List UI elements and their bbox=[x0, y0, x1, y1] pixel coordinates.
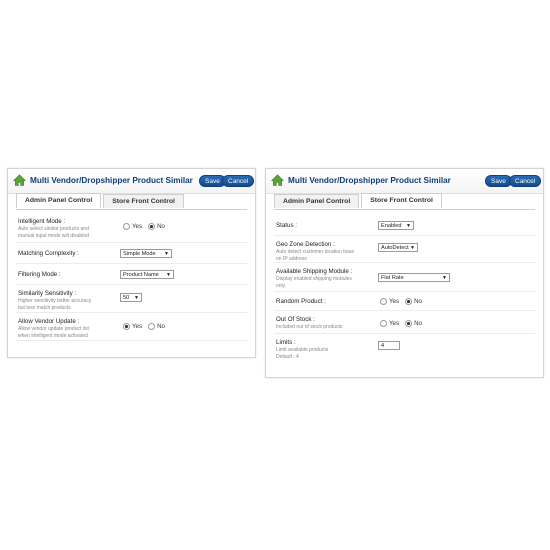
tab-divider bbox=[274, 209, 535, 210]
tab-admin-panel-control[interactable]: Admin Panel Control bbox=[274, 194, 360, 208]
shipping-module-select[interactable]: Flat Rate ▼ bbox=[378, 273, 450, 282]
help-text: but less match products bbox=[18, 305, 71, 311]
shipping-module-row: Available Shipping Module : Display enab… bbox=[274, 263, 535, 292]
home-icon bbox=[271, 174, 284, 186]
radio-no-label: No bbox=[414, 298, 423, 305]
tab-store-front-control[interactable]: Store Front Control bbox=[361, 193, 442, 208]
form-rows: Status : Enabled ▼ Geo Zone Detection : A… bbox=[274, 213, 535, 360]
out-of-stock-radios: Yes No bbox=[380, 320, 428, 327]
out-of-stock-label: Out Of Stock : Included out of stock pro… bbox=[276, 316, 343, 330]
filtering-mode-row: Filtering Mode : Product Name ▼ bbox=[16, 264, 247, 285]
panel-header: Multi Vendor/Dropshipper Product Similar… bbox=[8, 169, 255, 194]
matching-complexity-row: Matching Complexity : Simple Mode ▼ bbox=[16, 243, 247, 264]
help-text: Display enabled shipping modules bbox=[276, 276, 352, 282]
status-row: Status : Enabled ▼ bbox=[274, 213, 535, 236]
radio-no[interactable] bbox=[405, 298, 413, 305]
cancel-button[interactable]: Cancel bbox=[509, 175, 542, 187]
panel-header: Multi Vendor/Dropshipper Product Similar… bbox=[266, 169, 543, 194]
help-text: manual input mode will disabled bbox=[18, 233, 89, 239]
tab-store-front-control[interactable]: Store Front Control bbox=[103, 194, 184, 208]
matching-complexity-select[interactable]: Simple Mode ▼ bbox=[120, 249, 172, 258]
radio-no-label: No bbox=[414, 320, 423, 327]
radio-yes[interactable] bbox=[380, 298, 387, 305]
random-product-label: Random Product : bbox=[276, 298, 326, 305]
similarity-sensitivity-label: Similarity Sensitivity : Higher sensitiv… bbox=[18, 290, 92, 311]
limits-label: Limits : Limit available products Defaul… bbox=[276, 339, 329, 360]
radio-no[interactable] bbox=[148, 223, 156, 230]
matching-complexity-label: Matching Complexity : bbox=[18, 250, 79, 257]
help-text: Limit available products bbox=[276, 347, 329, 353]
radio-yes[interactable] bbox=[123, 323, 130, 330]
save-button[interactable]: Save bbox=[485, 175, 512, 187]
status-select[interactable]: Enabled ▼ bbox=[378, 221, 414, 230]
radio-yes[interactable] bbox=[123, 223, 130, 230]
radio-yes-label: Yes bbox=[389, 298, 400, 305]
filtering-mode-select[interactable]: Product Name ▼ bbox=[120, 270, 174, 279]
allow-vendor-update-label: Allow Vendor Update : Allow vendor updat… bbox=[18, 318, 89, 339]
status-label: Status : bbox=[276, 222, 297, 229]
help-text: when intelligent mode activated bbox=[18, 333, 88, 339]
tab-admin-panel-control[interactable]: Admin Panel Control bbox=[16, 193, 102, 208]
radio-no-label: No bbox=[157, 323, 166, 330]
intelligent-mode-row: Intelligent Mode : Auto select similar p… bbox=[16, 213, 247, 243]
radio-yes[interactable] bbox=[380, 320, 387, 327]
chevron-down-icon: ▼ bbox=[406, 223, 411, 229]
intelligent-mode-label: Intelligent Mode : Auto select similar p… bbox=[18, 218, 89, 239]
allow-vendor-update-row: Allow Vendor Update : Allow vendor updat… bbox=[16, 313, 247, 341]
tab-bar: Admin Panel Control Store Front Control bbox=[274, 193, 444, 208]
tab-bar: Admin Panel Control Store Front Control bbox=[16, 193, 186, 208]
help-text: Included out of stock products bbox=[276, 324, 343, 330]
help-text: on IP address bbox=[276, 256, 307, 262]
panel-title: Multi Vendor/Dropshipper Product Similar bbox=[30, 176, 193, 185]
filtering-mode-label: Filtering Mode : bbox=[18, 271, 61, 278]
allow-vendor-update-radios: Yes No bbox=[123, 323, 171, 330]
out-of-stock-row: Out Of Stock : Included out of stock pro… bbox=[274, 311, 535, 334]
geo-zone-label: Geo Zone Detection : Auto detect custome… bbox=[276, 241, 355, 262]
random-product-radios: Yes No bbox=[380, 298, 428, 305]
tab-divider bbox=[16, 209, 247, 210]
limits-input[interactable]: 4 bbox=[378, 341, 400, 350]
form-rows: Intelligent Mode : Auto select similar p… bbox=[16, 213, 247, 341]
radio-no-label: No bbox=[157, 223, 166, 230]
right-settings-panel: Multi Vendor/Dropshipper Product Similar… bbox=[265, 168, 544, 378]
geo-zone-select[interactable]: AutoDetect ▼ bbox=[378, 243, 418, 252]
help-text: Auto select similar products and bbox=[18, 226, 89, 232]
left-settings-panel: Multi Vendor/Dropshipper Product Similar… bbox=[7, 168, 256, 358]
chevron-down-icon: ▼ bbox=[442, 275, 447, 281]
radio-yes-label: Yes bbox=[389, 320, 400, 327]
radio-no[interactable] bbox=[405, 320, 413, 327]
radio-yes-label: Yes bbox=[132, 223, 143, 230]
chevron-down-icon: ▼ bbox=[166, 272, 171, 278]
similarity-sensitivity-select[interactable]: 50 ▼ bbox=[120, 293, 142, 302]
home-icon bbox=[13, 174, 26, 186]
chevron-down-icon: ▼ bbox=[410, 245, 415, 251]
panel-title: Multi Vendor/Dropshipper Product Similar bbox=[288, 176, 451, 185]
similarity-sensitivity-row: Similarity Sensitivity : Higher sensitiv… bbox=[16, 285, 247, 313]
intelligent-mode-radios: Yes No bbox=[123, 223, 171, 230]
limits-row: Limits : Limit available products Defaul… bbox=[274, 334, 535, 360]
help-text: Auto detect customer location base bbox=[276, 249, 355, 255]
help-text: Default : 4 bbox=[276, 354, 299, 360]
help-text: Higher sensitivity better accuracy bbox=[18, 298, 92, 304]
radio-no[interactable] bbox=[148, 323, 156, 330]
chevron-down-icon: ▼ bbox=[134, 295, 139, 301]
shipping-module-label: Available Shipping Module : Display enab… bbox=[276, 268, 353, 289]
random-product-row: Random Product : Yes No bbox=[274, 292, 535, 311]
radio-yes-label: Yes bbox=[132, 323, 143, 330]
chevron-down-icon: ▼ bbox=[164, 251, 169, 257]
help-text: only. bbox=[276, 283, 287, 289]
cancel-button[interactable]: Cancel bbox=[222, 175, 255, 187]
geo-zone-row: Geo Zone Detection : Auto detect custome… bbox=[274, 236, 535, 263]
help-text: Allow vendor update product list bbox=[18, 326, 89, 332]
